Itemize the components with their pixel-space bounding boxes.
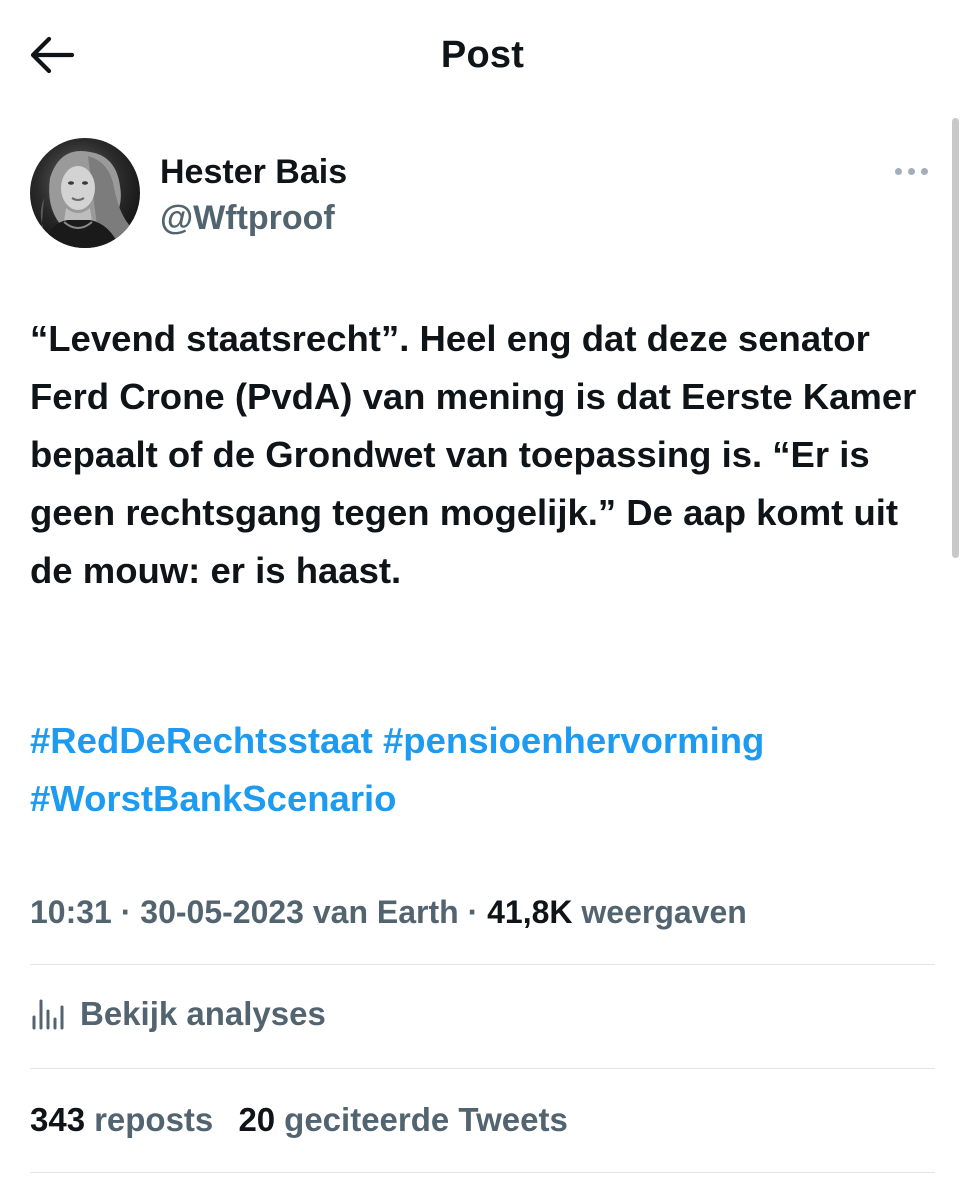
hashtag-link[interactable]: #WorstBankScenario (30, 778, 396, 819)
scrollbar[interactable] (952, 118, 959, 558)
divider (30, 1068, 935, 1069)
more-options-button[interactable] (886, 158, 936, 184)
page-title: Post (440, 34, 525, 76)
meta-separator: · (111, 894, 141, 930)
divider (30, 964, 935, 965)
meta-separator: · (458, 894, 488, 930)
more-horizontal-icon (920, 167, 928, 175)
hashtag-link[interactable]: #RedDeRechtsstaat (30, 720, 373, 761)
reposts-stat[interactable]: 343 reposts (30, 1101, 213, 1138)
hashtag-link[interactable]: #pensioenhervorming (383, 720, 764, 761)
engagement-stats: 343 reposts 20 geciteerde Tweets (30, 1096, 584, 1144)
tweet-date[interactable]: 30-05-2023 (140, 894, 304, 930)
reposts-label: reposts (94, 1101, 214, 1138)
quotes-label: geciteerde Tweets (284, 1101, 568, 1138)
tweet-hashtags: #RedDeRechtsstaat #pensioenhervorming #W… (30, 712, 945, 828)
reposts-count: 343 (30, 1101, 86, 1138)
tweet-meta: 10:31 · 30-05-2023 van Earth · 41,8K wee… (30, 888, 945, 936)
more-horizontal-icon (907, 167, 915, 175)
tweet-author: Hester Bais @Wftproof (30, 138, 930, 250)
view-analytics-button[interactable]: Bekijk analyses (30, 990, 326, 1038)
views-label: weergaven (572, 894, 747, 930)
analytics-label: Bekijk analyses (80, 995, 326, 1032)
divider (30, 1172, 935, 1173)
avatar-photo (30, 138, 140, 248)
views-count: 41,8K (487, 894, 573, 930)
author-handle[interactable]: @Wftproof (160, 198, 335, 238)
analytics-bar-chart-icon (32, 999, 64, 1030)
more-horizontal-icon (894, 167, 902, 175)
quotes-stat[interactable]: 20 geciteerde Tweets (238, 1101, 567, 1138)
author-name[interactable]: Hester Bais (160, 152, 347, 192)
source-prefix: van (303, 894, 377, 930)
tweet-text: “Levend staatsrecht”. Heel eng dat deze … (30, 318, 917, 591)
tweet-source[interactable]: Earth (377, 894, 459, 930)
tweet-time[interactable]: 10:31 (30, 894, 112, 930)
quotes-count: 20 (238, 1101, 276, 1138)
top-bar: Post (0, 0, 965, 110)
avatar[interactable] (30, 138, 140, 248)
